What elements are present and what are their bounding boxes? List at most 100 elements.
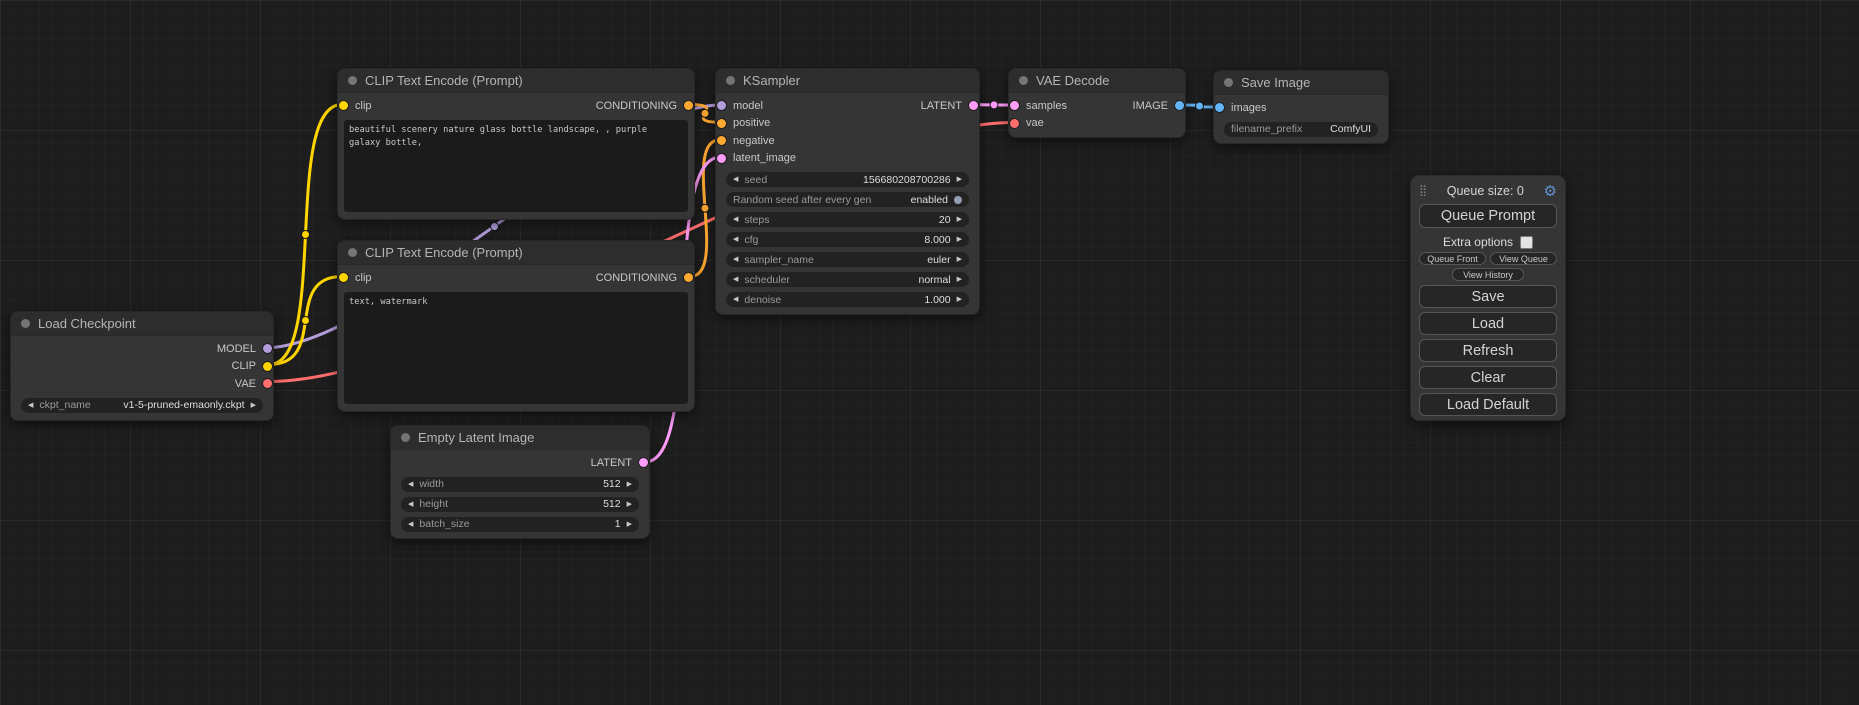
wire-midpoint-cond-positive[interactable] (701, 109, 709, 117)
node-empty-latent-image[interactable]: Empty Latent Image LATENT ◀ width 512 ▶ … (390, 425, 650, 539)
wire-midpoint-image[interactable] (1196, 102, 1204, 110)
collapse-dot-icon[interactable] (401, 433, 410, 442)
increment-arrow-icon[interactable]: ▶ (627, 481, 632, 488)
node-title: Empty Latent Image (418, 430, 534, 445)
widget-random-seed-toggle[interactable]: Random seed after every gen enabled (726, 192, 969, 207)
queue-prompt-button[interactable]: Queue Prompt (1419, 204, 1557, 228)
drag-handle-icon[interactable]: ⣿ (1419, 186, 1427, 197)
node-title-bar[interactable]: Save Image (1214, 71, 1388, 95)
model-input-dot[interactable] (717, 101, 726, 110)
increment-arrow-icon[interactable]: ▶ (251, 402, 256, 409)
widget-filename-prefix[interactable]: filename_prefix ComfyUI (1224, 122, 1378, 137)
view-history-button[interactable]: View History (1452, 268, 1524, 281)
node-clip-text-encode-positive[interactable]: CLIP Text Encode (Prompt) clip CONDITION… (337, 68, 695, 220)
node-clip-text-encode-negative[interactable]: CLIP Text Encode (Prompt) clip CONDITION… (337, 240, 695, 412)
decrement-arrow-icon[interactable]: ◀ (28, 402, 33, 409)
latent-output-dot[interactable] (639, 458, 648, 467)
images-input-dot[interactable] (1215, 103, 1224, 112)
samples-input-dot[interactable] (1010, 101, 1019, 110)
clear-button[interactable]: Clear (1419, 366, 1557, 389)
collapse-dot-icon[interactable] (1224, 78, 1233, 87)
widget-label: height (419, 498, 448, 510)
settings-gear-icon[interactable]: ⚙ (1544, 184, 1557, 199)
widget-ckpt-name[interactable]: ◀ ckpt_name v1-5-pruned-emaonly.ckpt ▶ (21, 398, 263, 413)
widget-value: 1 (615, 518, 621, 530)
wire-midpoint-cond-negative[interactable] (701, 204, 709, 212)
node-ksampler[interactable]: KSampler model positive negative latent_… (715, 68, 980, 315)
node-save-image[interactable]: Save Image images filename_prefix ComfyU… (1213, 70, 1389, 144)
prompt-textarea[interactable]: text, watermark (344, 292, 688, 404)
image-output-dot[interactable] (1175, 101, 1184, 110)
increment-arrow-icon[interactable]: ▶ (957, 296, 962, 303)
increment-arrow-icon[interactable]: ▶ (957, 276, 962, 283)
increment-arrow-icon[interactable]: ▶ (957, 216, 962, 223)
widget-sampler-name[interactable]: ◀ sampler_name euler ▶ (726, 252, 969, 267)
collapse-dot-icon[interactable] (348, 76, 357, 85)
graph-canvas[interactable]: Load Checkpoint MODEL CLIP VAE ◀ ckpt_na… (0, 0, 1859, 705)
clip-input-dot[interactable] (339, 101, 348, 110)
widget-height[interactable]: ◀ height 512 ▶ (401, 497, 639, 512)
latent-image-input-dot[interactable] (717, 154, 726, 163)
node-title-bar[interactable]: KSampler (716, 69, 979, 93)
decrement-arrow-icon[interactable]: ◀ (408, 481, 413, 488)
decrement-arrow-icon[interactable]: ◀ (733, 276, 738, 283)
negative-input-dot[interactable] (717, 136, 726, 145)
collapse-dot-icon[interactable] (21, 319, 30, 328)
output-label: CLIP (232, 360, 256, 372)
load-default-button[interactable]: Load Default (1419, 393, 1557, 416)
extra-options-checkbox[interactable] (1520, 236, 1533, 249)
increment-arrow-icon[interactable]: ▶ (957, 176, 962, 183)
decrement-arrow-icon[interactable]: ◀ (408, 501, 413, 508)
increment-arrow-icon[interactable]: ▶ (627, 521, 632, 528)
load-button[interactable]: Load (1419, 312, 1557, 335)
widget-value: 1.000 (924, 294, 950, 306)
wire-midpoint-model[interactable] (491, 223, 499, 231)
wire-midpoint-clip-positive[interactable] (302, 231, 310, 239)
widget-steps[interactable]: ◀ steps 20 ▶ (726, 212, 969, 227)
toggle-state-dot[interactable] (954, 196, 962, 204)
widget-scheduler[interactable]: ◀ scheduler normal ▶ (726, 272, 969, 287)
wire-midpoint-clip-negative[interactable] (302, 317, 310, 325)
node-title: Load Checkpoint (38, 316, 136, 331)
clip-output-dot[interactable] (263, 362, 272, 371)
collapse-dot-icon[interactable] (348, 248, 357, 257)
vae-output-dot[interactable] (263, 379, 272, 388)
decrement-arrow-icon[interactable]: ◀ (733, 176, 738, 183)
node-vae-decode[interactable]: VAE Decode samples vae IMAGE (1008, 68, 1186, 138)
save-button[interactable]: Save (1419, 285, 1557, 308)
prompt-textarea[interactable]: beautiful scenery nature glass bottle la… (344, 120, 688, 212)
latent-output-dot[interactable] (969, 101, 978, 110)
widget-cfg[interactable]: ◀ cfg 8.000 ▶ (726, 232, 969, 247)
view-queue-button[interactable]: View Queue (1490, 252, 1557, 265)
decrement-arrow-icon[interactable]: ◀ (733, 296, 738, 303)
wire-midpoint-latent-2[interactable] (990, 101, 998, 109)
clip-input-dot[interactable] (339, 273, 348, 282)
increment-arrow-icon[interactable]: ▶ (957, 236, 962, 243)
node-title-bar[interactable]: CLIP Text Encode (Prompt) (338, 69, 694, 93)
collapse-dot-icon[interactable] (726, 76, 735, 85)
collapse-dot-icon[interactable] (1019, 76, 1028, 85)
node-title-bar[interactable]: CLIP Text Encode (Prompt) (338, 241, 694, 265)
increment-arrow-icon[interactable]: ▶ (627, 501, 632, 508)
decrement-arrow-icon[interactable]: ◀ (408, 521, 413, 528)
queue-front-button[interactable]: Queue Front (1419, 252, 1486, 265)
decrement-arrow-icon[interactable]: ◀ (733, 256, 738, 263)
increment-arrow-icon[interactable]: ▶ (957, 256, 962, 263)
decrement-arrow-icon[interactable]: ◀ (733, 216, 738, 223)
decrement-arrow-icon[interactable]: ◀ (733, 236, 738, 243)
widget-width[interactable]: ◀ width 512 ▶ (401, 477, 639, 492)
conditioning-output-dot[interactable] (684, 273, 693, 282)
node-title-bar[interactable]: Load Checkpoint (11, 312, 273, 336)
positive-input-dot[interactable] (717, 119, 726, 128)
model-output-dot[interactable] (263, 344, 272, 353)
node-title-bar[interactable]: VAE Decode (1009, 69, 1185, 93)
widget-denoise[interactable]: ◀ denoise 1.000 ▶ (726, 292, 969, 307)
refresh-button[interactable]: Refresh (1419, 339, 1557, 362)
node-title-bar[interactable]: Empty Latent Image (391, 426, 649, 450)
conditioning-output-dot[interactable] (684, 101, 693, 110)
node-title: CLIP Text Encode (Prompt) (365, 245, 523, 260)
vae-input-dot[interactable] (1010, 119, 1019, 128)
widget-batch-size[interactable]: ◀ batch_size 1 ▶ (401, 517, 639, 532)
node-load-checkpoint[interactable]: Load Checkpoint MODEL CLIP VAE ◀ ckpt_na… (10, 311, 274, 421)
widget-seed[interactable]: ◀ seed 156680208700286 ▶ (726, 172, 969, 187)
